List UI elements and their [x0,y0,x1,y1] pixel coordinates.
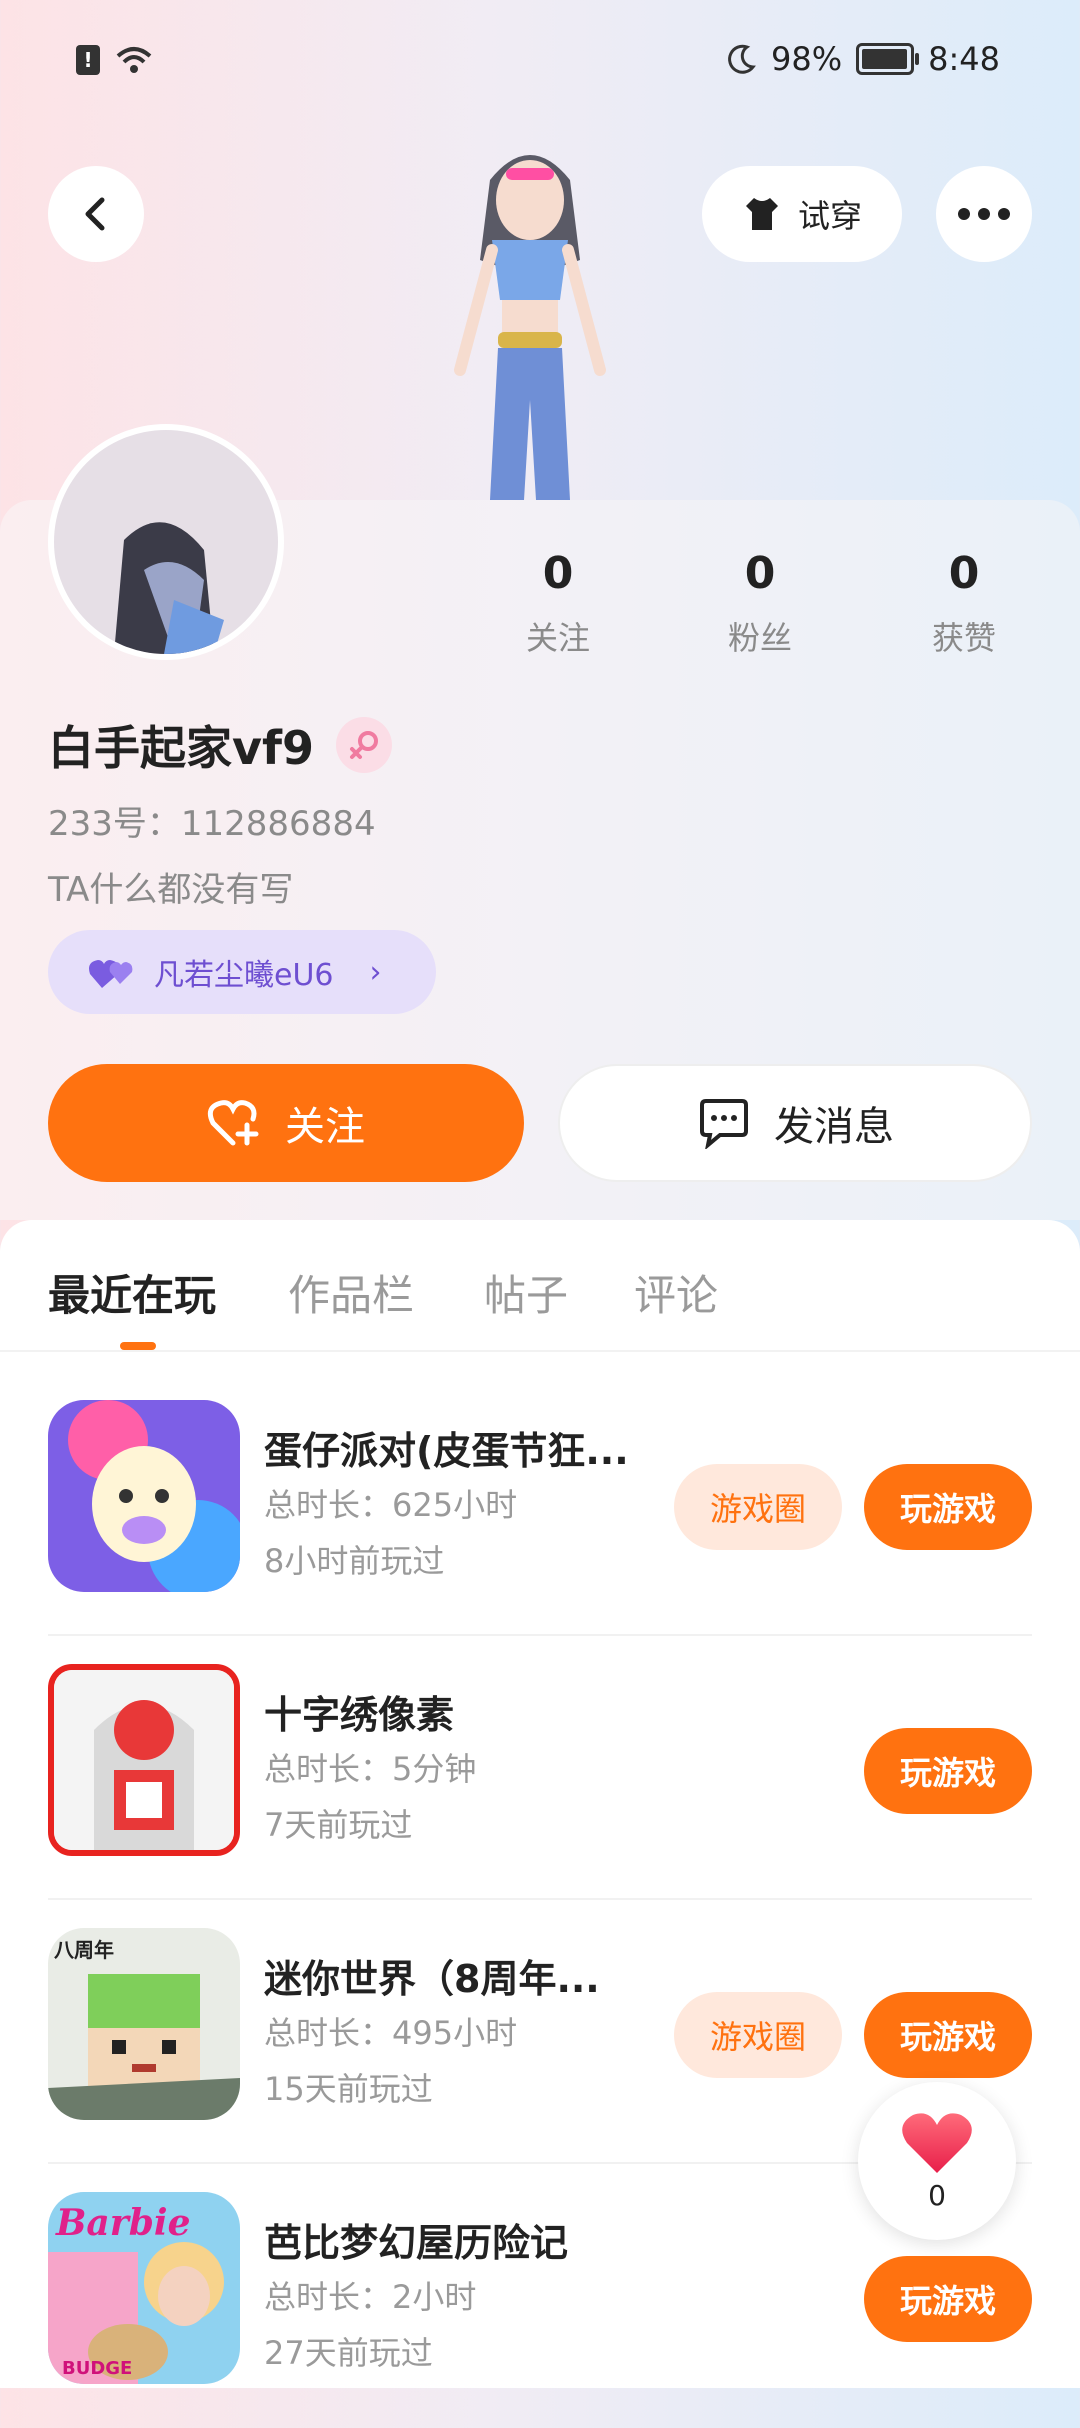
game-icon-mini-world: 八周年 [48,1928,240,2120]
following-count: 0 [542,548,574,599]
game-title: 蛋仔派对(皮蛋节狂... [264,1429,629,1473]
status-right: 98% 8:48 [725,40,1000,78]
like-floating-button[interactable]: 0 [858,2082,1016,2240]
fans-label: 粉丝 [727,619,792,657]
list-item[interactable]: 蛋仔派对(皮蛋节狂... 总时长：625小时 8小时前玩过 游戏圈 玩游戏 [48,1372,1032,1636]
female-icon [336,717,393,773]
game-last-played: 27天前玩过 [264,2334,433,2372]
game-icon-cross-stitch [48,1664,240,1856]
play-game-button[interactable]: 玩游戏 [864,1464,1032,1550]
game-title: 迷你世界（8周年... [264,1957,600,2001]
tabs-divider [0,1350,1080,1352]
heart-plus-icon [207,1100,259,1146]
following-label: 关注 [525,619,590,657]
status-bar: ! 98% 8:48 [0,0,1080,120]
game-last-played: 7天前玩过 [264,1806,413,1844]
bio-text: TA什么都没有写 [48,870,294,910]
game-title: 十字绣像素 [264,1693,455,1737]
battery-percent: 98% [771,40,843,78]
clock: 8:48 [928,40,1000,78]
tshirt-icon [746,198,778,230]
game-duration: 总时长：5分钟 [264,1750,477,1788]
play-game-button[interactable]: 玩游戏 [864,2256,1032,2342]
double-heart-icon [89,960,133,988]
avatar[interactable] [54,430,278,654]
game-duration: 总时长：625小时 [264,1486,518,1524]
try-on-label: 试穿 [798,197,863,235]
stat-fans[interactable]: 0 粉丝 [700,548,820,659]
try-on-button[interactable]: 试穿 [702,166,903,262]
game-duration: 总时长：495小时 [264,2014,518,2052]
avatar-image [114,522,224,654]
likes-label: 获赞 [931,619,996,657]
fans-count: 0 [744,548,776,599]
chat-bubble-icon [700,1099,748,1149]
game-circle-button[interactable]: 游戏圈 [674,1464,842,1550]
budge-label: BUDGE [62,2358,133,2379]
more-dots-icon [958,208,1010,220]
game-last-played: 8小时前玩过 [264,1542,445,1580]
profile-name: 白手起家vf9 [48,721,315,775]
tab-indicator [120,1342,156,1350]
status-left: ! [76,44,154,76]
game-last-played: 15天前玩过 [264,2070,433,2108]
more-button[interactable] [936,166,1032,262]
play-game-button[interactable]: 玩游戏 [864,1992,1032,2078]
list-item[interactable]: 十字绣像素 总时长：5分钟 7天前玩过 玩游戏 [48,1636,1032,1900]
tab-works[interactable]: 作品栏 [288,1262,414,1323]
user-id: 233号：112886884 [48,804,376,844]
back-button[interactable] [48,166,144,262]
follow-label: 关注 [285,1104,365,1150]
follow-button[interactable]: 关注 [48,1064,524,1182]
anniversary-badge: 八周年 [54,1938,114,1962]
like-count: 0 [928,2178,946,2212]
game-icon-egg-party [48,1400,240,1592]
likes-count: 0 [948,548,980,599]
sim-alert-icon: ! [76,45,100,75]
avatar-figure [454,155,606,500]
friend-tag[interactable]: 凡若尘曦eU6 › [48,930,436,1014]
game-circle-button[interactable]: 游戏圈 [674,1992,842,2078]
tab-posts[interactable]: 帖子 [484,1262,568,1323]
wifi-icon [116,47,152,73]
game-icon-barbie: Barbie BUDGE [48,2192,240,2384]
battery-icon [856,43,920,75]
game-duration: 总时长：2小时 [264,2278,477,2316]
heart-icon [902,2112,972,2173]
stat-following[interactable]: 0 关注 [498,548,618,659]
play-game-button[interactable]: 玩游戏 [864,1728,1032,1814]
friend-tag-label: 凡若尘曦eU6 [154,958,334,993]
tab-recent-play[interactable]: 最近在玩 [48,1262,216,1323]
barbie-logo: Barbie [56,2202,191,2244]
profile-name-row: 白手起家vf9 [48,712,393,778]
message-label: 发消息 [774,1104,894,1150]
message-button[interactable]: 发消息 [558,1064,1032,1182]
tab-comments[interactable]: 评论 [634,1262,718,1323]
game-title: 芭比梦幻屋历险记 [264,2221,569,2265]
chevron-left-icon [85,197,105,231]
moon-icon [728,44,756,74]
chevron-right-icon: › [369,954,382,990]
stat-likes[interactable]: 0 获赞 [904,548,1024,659]
